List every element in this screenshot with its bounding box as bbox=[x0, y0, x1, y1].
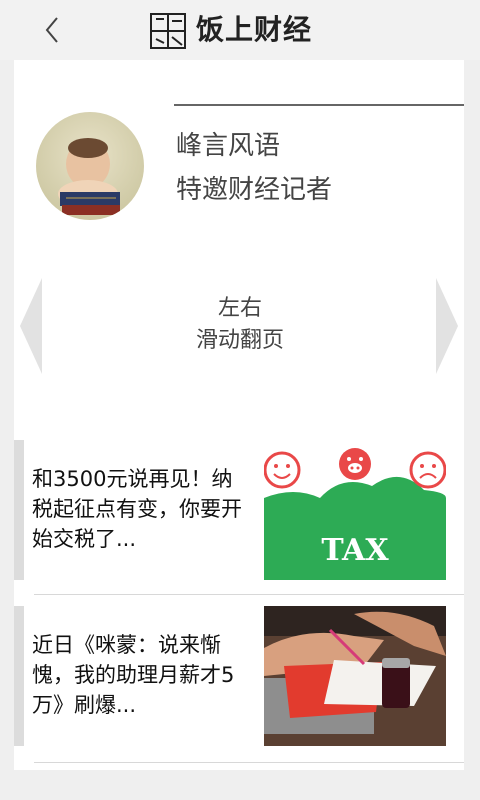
header-divider bbox=[174, 104, 464, 106]
news-item[interactable]: 和3500元说再见！纳税起征点有变，你要开始交税了... TAX bbox=[14, 440, 464, 580]
back-button[interactable] bbox=[34, 12, 70, 48]
tax-illustration-icon: TAX bbox=[264, 440, 446, 580]
author-role: 特邀财经记者 bbox=[176, 175, 333, 205]
baby-avatar-icon bbox=[36, 112, 144, 220]
news-item[interactable]: 近日《咪蒙：说来惭愧，我的助理月薪才5万》刷爆... bbox=[14, 606, 464, 746]
tax-label: TAX bbox=[321, 533, 389, 568]
top-bar: 饭上财经 bbox=[0, 0, 480, 60]
app-logo bbox=[150, 13, 186, 49]
news-item-bar bbox=[14, 440, 24, 580]
desk-photo-icon bbox=[264, 606, 446, 746]
news-title: 和3500元说再见！纳税起征点有变，你要开始交税了... bbox=[32, 467, 242, 551]
news-thumbnail: TAX bbox=[264, 440, 446, 580]
author-avatar[interactable] bbox=[36, 112, 144, 220]
author-name: 峰言风语 bbox=[176, 131, 281, 161]
app-title: 饭上财经 bbox=[196, 13, 313, 46]
chevron-left-icon bbox=[45, 17, 58, 43]
news-title: 近日《咪蒙：说来惭愧，我的助理月薪才5万》刷爆... bbox=[32, 633, 235, 717]
swipe-hint-line2: 滑动翻页 bbox=[195, 328, 284, 353]
news-separator bbox=[34, 594, 464, 595]
news-item-bar bbox=[14, 606, 24, 746]
news-separator bbox=[34, 762, 464, 763]
swipe-hint-line1: 左右 bbox=[217, 296, 262, 321]
news-thumbnail bbox=[264, 606, 446, 746]
